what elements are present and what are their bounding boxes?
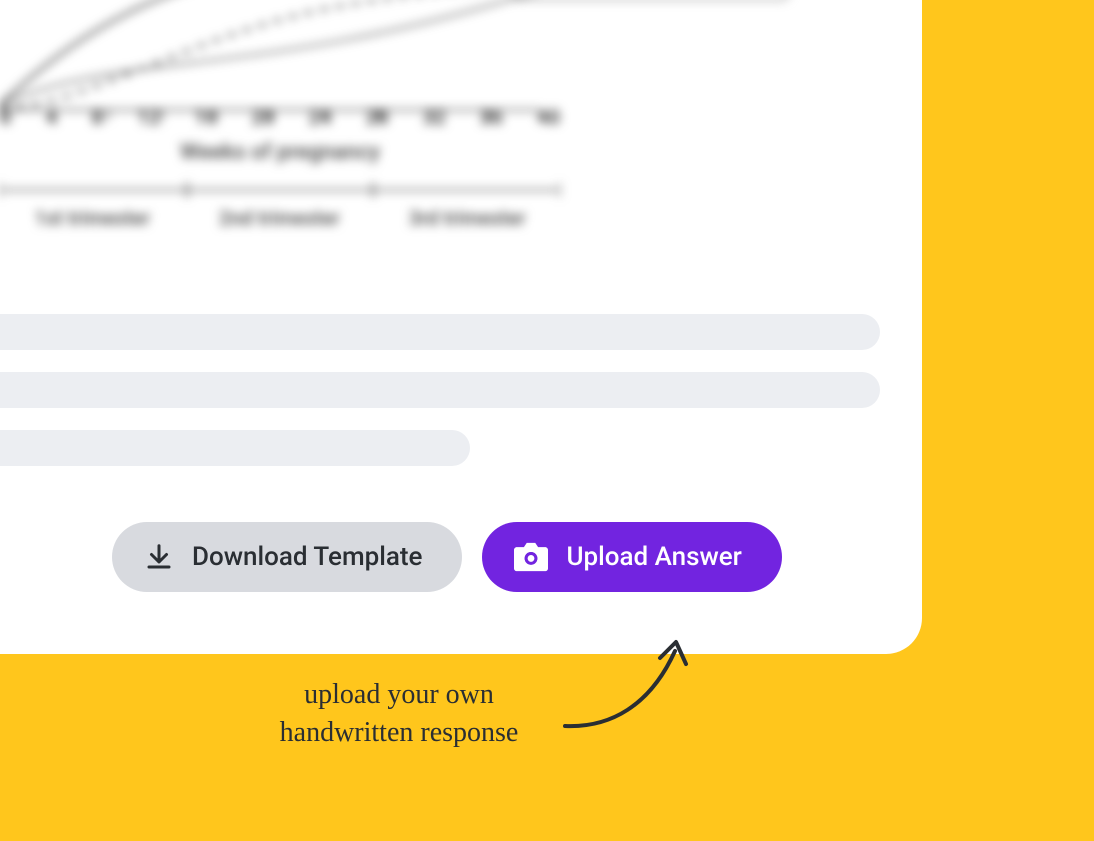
upload-answer-button[interactable]: Upload Answer <box>482 522 781 592</box>
trimester-axis <box>0 180 560 200</box>
skeleton-line <box>0 372 880 408</box>
skeleton-line <box>0 314 880 350</box>
content-skeleton <box>0 314 880 466</box>
camera-icon <box>514 542 548 572</box>
chart-preview: Relaxin Oestrogen <box>0 0 860 280</box>
download-template-button[interactable]: Download Template <box>112 522 462 592</box>
upload-button-label: Upload Answer <box>566 542 741 572</box>
trimester-labels: 1st trimester 2nd trimester 3rd trimeste… <box>0 206 560 230</box>
skeleton-line <box>0 430 470 466</box>
download-icon <box>144 542 174 572</box>
action-buttons: Download Template Upload Answer <box>112 522 782 592</box>
question-card: Relaxin Oestrogen <box>0 0 922 654</box>
handwritten-annotation: upload your own handwritten response <box>244 676 554 752</box>
download-button-label: Download Template <box>192 542 422 572</box>
annotation-arrow <box>560 636 710 736</box>
chart-x-ticks: 0 4 8 12 16 20 24 28 32 36 40 <box>0 105 560 129</box>
chart-x-axis-label: Weeks of pregnancy <box>0 140 560 165</box>
